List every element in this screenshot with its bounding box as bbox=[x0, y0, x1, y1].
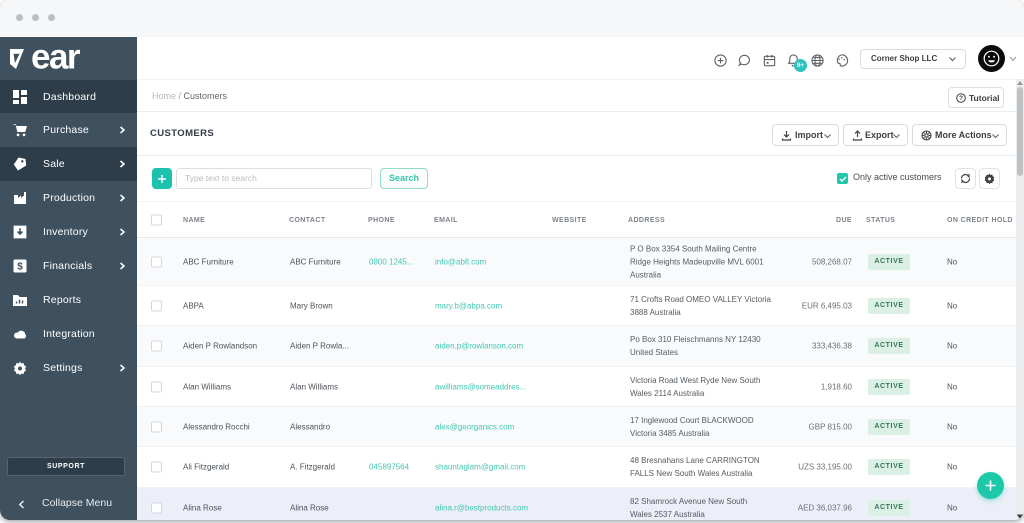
svg-text:?: ? bbox=[959, 95, 963, 102]
svg-text:$: $ bbox=[17, 262, 23, 273]
svg-text:ear: ear bbox=[31, 48, 81, 70]
